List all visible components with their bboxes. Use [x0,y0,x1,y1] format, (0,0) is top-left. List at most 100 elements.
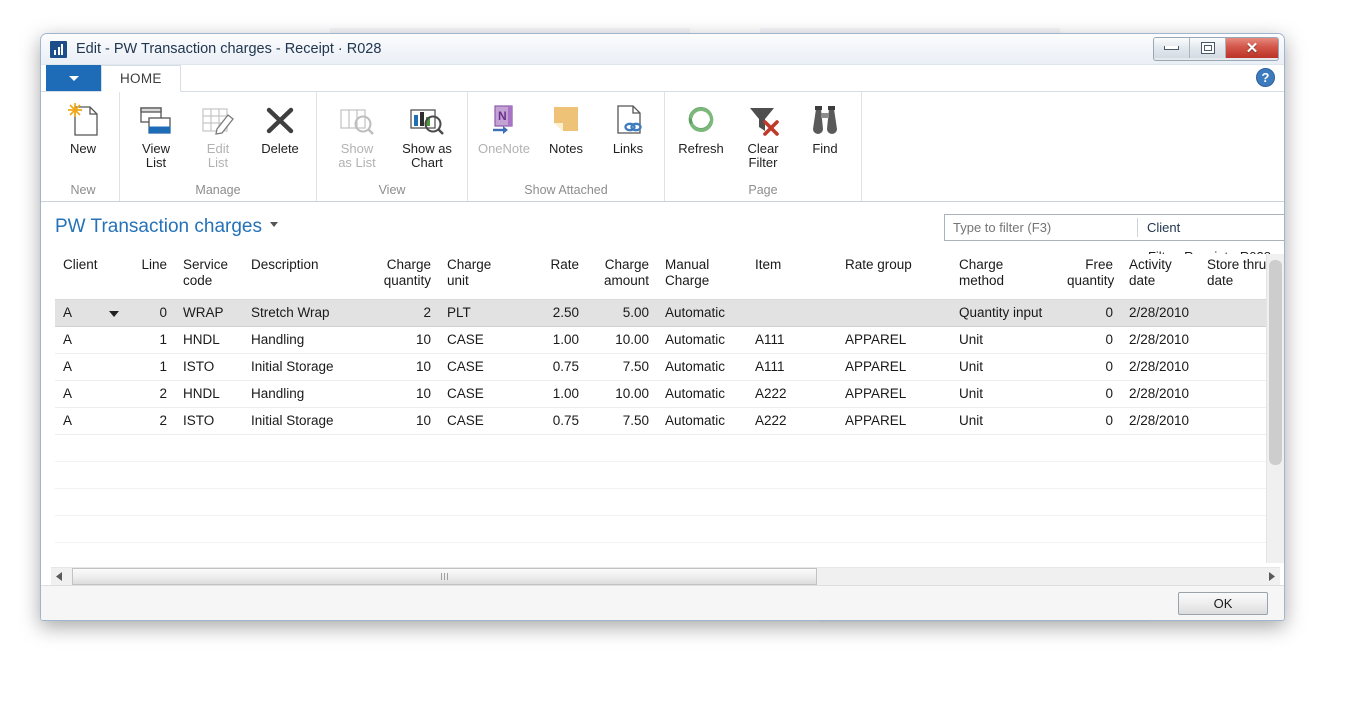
show-as-list-button[interactable]: Show as List [322,96,392,170]
table-row[interactable]: A2ISTOInitial Storage10CASE0.757.50Autom… [55,407,1284,434]
cell-free_quantity[interactable]: 0 [1059,407,1121,434]
clear-filter-button[interactable]: Clear Filter [732,96,794,170]
cell-empty[interactable] [657,461,747,488]
cell-rate[interactable]: 1.00 [523,380,587,407]
cell-item[interactable]: A222 [747,407,837,434]
cell-empty[interactable] [127,434,175,461]
dropdown-caret-icon[interactable] [109,311,119,317]
table-row[interactable]: A0WRAPStretch Wrap2PLT2.505.00AutomaticQ… [55,299,1284,326]
cell-charge_quantity[interactable]: 2 [371,299,439,326]
cell-empty[interactable] [127,461,175,488]
cell-activity_date[interactable]: 2/28/2010 [1121,380,1199,407]
cell-item[interactable]: A111 [747,326,837,353]
cell-charge_unit[interactable]: CASE [439,407,523,434]
cell-rate_group[interactable]: APPAREL [837,353,951,380]
cell-charge_amount[interactable]: 7.50 [587,353,657,380]
cell-rate[interactable]: 0.75 [523,407,587,434]
col-header-manual-charge[interactable]: Manual Charge [657,254,747,299]
cell-empty[interactable] [439,488,523,515]
new-button[interactable]: New [52,96,114,156]
cell-charge_method[interactable]: Unit [951,380,1059,407]
cell-empty[interactable] [951,461,1059,488]
refresh-button[interactable]: Refresh [670,96,732,156]
horizontal-scrollbar[interactable] [51,567,1280,585]
minimize-button[interactable] [1154,38,1190,58]
chevron-down-icon[interactable] [270,222,278,227]
cell-charge_method[interactable]: Unit [951,326,1059,353]
cell-empty[interactable] [523,434,587,461]
cell-free_quantity[interactable]: 0 [1059,380,1121,407]
table-row[interactable]: A1HNDLHandling10CASE1.0010.00AutomaticA1… [55,326,1284,353]
cell-empty[interactable] [1059,434,1121,461]
help-question-icon[interactable]: ? [1256,68,1275,87]
col-header-charge-amount[interactable]: Charge amount [587,254,657,299]
cell-charge_quantity[interactable]: 10 [371,353,439,380]
cell-empty[interactable] [175,515,243,542]
cell-charge_unit[interactable]: CASE [439,353,523,380]
cell-empty[interactable] [587,461,657,488]
cell-empty[interactable] [243,461,371,488]
close-button[interactable]: ✕ [1226,38,1278,58]
cell-description[interactable]: Handling [243,380,371,407]
cell-empty[interactable] [371,488,439,515]
cell-empty[interactable] [55,515,127,542]
cell-empty[interactable] [523,515,587,542]
cell-empty[interactable] [1121,515,1199,542]
cell-empty[interactable] [1059,461,1121,488]
cell-empty[interactable] [439,461,523,488]
cell-description[interactable]: Stretch Wrap [243,299,371,326]
cell-free_quantity[interactable]: 0 [1059,353,1121,380]
col-header-charge-quantity[interactable]: Charge quantity [371,254,439,299]
cell-charge_quantity[interactable]: 10 [371,380,439,407]
delete-button[interactable]: Delete [249,96,311,156]
cell-description[interactable]: Handling [243,326,371,353]
onenote-button[interactable]: N OneNote [473,96,535,156]
cell-empty[interactable] [837,461,951,488]
col-header-free-quantity[interactable]: Free quantity [1059,254,1121,299]
filter-field-select[interactable]: Client [1138,215,1285,240]
cell-charge_amount[interactable]: 7.50 [587,407,657,434]
cell-charge_method[interactable]: Unit [951,407,1059,434]
table-row-empty[interactable] [55,488,1284,515]
table-row[interactable]: A1ISTOInitial Storage10CASE0.757.50Autom… [55,353,1284,380]
links-button[interactable]: Links [597,96,659,156]
cell-service_code[interactable]: HNDL [175,380,243,407]
cell-manual_charge[interactable]: Automatic [657,326,747,353]
app-menu-button[interactable] [46,65,101,91]
cell-empty[interactable] [951,434,1059,461]
cell-client[interactable]: A [55,407,127,434]
find-button[interactable]: Find [794,96,856,156]
vertical-scrollbar[interactable] [1266,254,1284,563]
cell-charge_unit[interactable]: CASE [439,326,523,353]
cell-empty[interactable] [747,488,837,515]
cell-empty[interactable] [657,515,747,542]
cell-manual_charge[interactable]: Automatic [657,353,747,380]
show-as-chart-button[interactable]: Show as Chart [392,96,462,170]
cell-empty[interactable] [587,515,657,542]
vertical-scrollbar-thumb[interactable] [1269,260,1282,465]
cell-charge_method[interactable]: Quantity input [951,299,1059,326]
cell-empty[interactable] [55,488,127,515]
col-header-item[interactable]: Item [747,254,837,299]
filter-input[interactable] [945,215,1137,240]
cell-empty[interactable] [127,515,175,542]
cell-empty[interactable] [587,434,657,461]
cell-free_quantity[interactable]: 0 [1059,299,1121,326]
table-row-empty[interactable] [55,434,1284,461]
cell-empty[interactable] [175,434,243,461]
cell-empty[interactable] [1059,515,1121,542]
cell-empty[interactable] [243,515,371,542]
cell-empty[interactable] [837,515,951,542]
cell-empty[interactable] [175,461,243,488]
col-header-line[interactable]: Line [127,254,175,299]
cell-service_code[interactable]: HNDL [175,326,243,353]
table-row-empty[interactable] [55,461,1284,488]
cell-empty[interactable] [1121,434,1199,461]
cell-charge_unit[interactable]: PLT [439,299,523,326]
cell-charge_amount[interactable]: 10.00 [587,326,657,353]
cell-activity_date[interactable]: 2/28/2010 [1121,407,1199,434]
cell-service_code[interactable]: WRAP [175,299,243,326]
horizontal-scrollbar-track[interactable] [68,568,1263,585]
cell-rate_group[interactable]: APPAREL [837,380,951,407]
cell-item[interactable] [747,299,837,326]
